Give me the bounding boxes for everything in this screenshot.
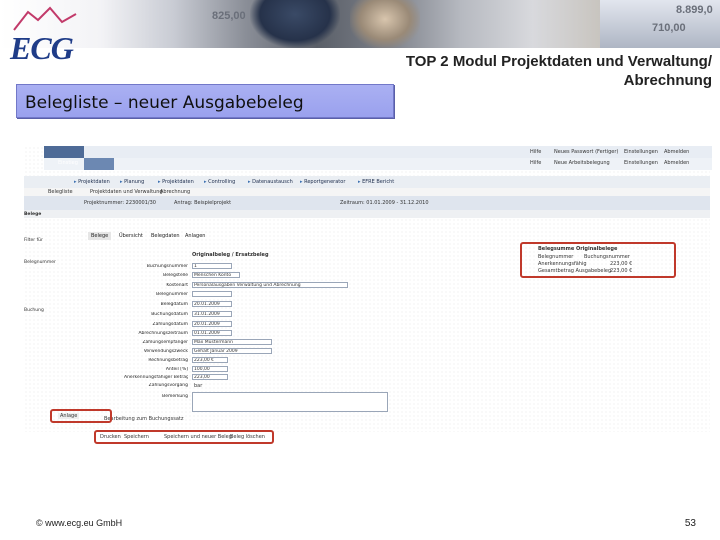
anlage-button[interactable]: Anlage <box>58 413 80 419</box>
slide-title-line: Abrechnung <box>623 72 712 89</box>
tab-belegdaten[interactable]: Belegdaten <box>148 232 183 240</box>
field-label: Kostenart <box>166 283 188 288</box>
field-label: Belegstelle <box>163 273 188 278</box>
field-label: Rechnungsbetrag <box>148 358 188 363</box>
field-buchungsnummer[interactable]: 1 <box>192 263 232 269</box>
field-buchungsdatum[interactable]: 31.01.2009 <box>192 311 232 317</box>
top-link[interactable]: Hilfe <box>530 160 541 166</box>
field-kostenart[interactable]: Personalausgaben Verwaltung und Abrechnu… <box>192 282 348 288</box>
field-belegstelle[interactable]: Menschen Konto <box>192 272 240 278</box>
summary-value: 223,00 € <box>610 261 633 267</box>
embedded-app-screenshot: Einstieg Hilfe Neues Passwort (Fertiger)… <box>24 146 712 444</box>
banner-figure: 710,00 <box>652 22 686 34</box>
field-label: Zahlungsvorgang <box>148 383 188 388</box>
top-link[interactable]: Einstellungen <box>624 149 658 155</box>
top-link[interactable]: Neues Passwort (Fertiger) <box>554 149 618 155</box>
context-item: Zeitraum: 01.01.2009 - 31.12.2010 <box>340 200 429 206</box>
field-label: Zahlungsdatum <box>152 322 188 327</box>
sub-nav-item[interactable]: Projektdaten und Verwaltung <box>90 189 163 195</box>
field-belegnummer[interactable] <box>192 291 232 297</box>
kopf-bar <box>24 210 710 218</box>
top-link[interactable]: Abmelden <box>664 160 689 166</box>
field-label: Bemerkung <box>162 394 188 399</box>
save-new-button[interactable]: Speichern und neuer Beleg <box>164 434 232 440</box>
tab-belege[interactable]: Belege <box>88 232 112 240</box>
field-label: Belegdatum <box>160 302 188 307</box>
field-zahlungsempfaenger[interactable]: Max Mustermann <box>192 339 272 345</box>
field-anteil[interactable]: 100,00 <box>192 366 228 372</box>
page-number: 53 <box>684 518 696 529</box>
delete-button[interactable]: Beleg löschen <box>230 434 265 440</box>
form-heading: Originalbeleg / Ersatzbeleg <box>192 252 269 258</box>
summary-label: Gesamtbetrag Ausgabebeleg <box>538 268 612 274</box>
header-banner: 825,00 710,00 8.899,0 <box>0 0 720 48</box>
field-label: Abrechnungszeitraum <box>138 331 188 336</box>
field-label: Verwendungszweck <box>143 349 188 354</box>
banner-photo-person <box>250 0 340 48</box>
nav-item[interactable]: Datenaustausch <box>248 179 293 185</box>
field-zahlungsdatum[interactable]: 20.01.2009 <box>192 321 232 327</box>
radio-zahlungsvorgang[interactable]: bar <box>194 383 202 389</box>
summary-title: Belegsumme Originalbelege <box>538 246 618 252</box>
slide-title-line: TOP 2 Modul Projektdaten und Verwaltung/ <box>405 53 712 70</box>
summary-label: Belegnummer <box>538 254 574 260</box>
left-label: Belege <box>24 212 42 217</box>
top-link[interactable]: Abmelden <box>664 149 689 155</box>
banner-figure: 8.899,0 <box>676 4 713 16</box>
tab-uebersicht[interactable]: Übersicht <box>116 232 146 240</box>
top-link[interactable]: Einstellungen <box>624 160 658 166</box>
top-link[interactable]: Neue Arbeitsbelegung <box>554 160 610 166</box>
logo-text: ECG <box>10 30 74 66</box>
nav-highlight <box>84 158 114 170</box>
field-label: Buchungsdatum <box>151 312 188 317</box>
nav-bar <box>44 158 712 170</box>
summary-label: Anerkennungsfähig <box>538 261 587 267</box>
print-button[interactable]: Drucken <box>100 434 121 440</box>
tab-einstieg[interactable]: Einstieg <box>58 160 78 166</box>
tab-anlagen[interactable]: Anlagen <box>182 232 208 240</box>
nav-item[interactable]: Projektdaten <box>158 179 194 185</box>
slide-title: TOP 2 Modul Projektdaten und Verwaltung/… <box>312 52 712 90</box>
left-label: Belegnummer <box>24 260 56 265</box>
field-rechnungsbetrag[interactable]: 223,00 € <box>192 357 228 363</box>
field-label: Belegnummer <box>156 292 188 297</box>
nav-item[interactable]: EFRE Bericht <box>358 179 394 185</box>
nav-item[interactable]: Reportgenerator <box>300 179 345 185</box>
field-anerkennungsfaehiger-betrag[interactable]: 223,00 <box>192 374 228 380</box>
top-link[interactable]: Hilfe <box>530 149 541 155</box>
sub-nav-item[interactable]: Abrechnung <box>160 189 190 195</box>
processing-text: Bearbeitung zum Buchungssatz <box>104 416 184 422</box>
field-verwendungszweck[interactable]: Gehalt Januar 2009 <box>192 348 272 354</box>
field-label: Anerkennungsfähiger Betrag <box>124 375 188 380</box>
field-label: Buchungsnummer <box>146 264 188 269</box>
field-label: Zahlungsempfänger <box>142 340 188 345</box>
nav-item[interactable]: Planung <box>120 179 144 185</box>
nav-item[interactable]: Controlling <box>204 179 235 185</box>
left-label: Filter für <box>24 238 43 243</box>
field-belegdatum[interactable]: 20.01.2009 <box>192 301 232 307</box>
context-item: Antrag: Beispielprojekt <box>174 200 232 206</box>
field-abrechnungszeitraum[interactable]: 01.01.2009 <box>192 330 232 336</box>
context-item: Projektnummer: 2230001/30 <box>84 200 156 206</box>
section-title: Belegliste – neuer Ausgabebeleg <box>25 93 304 113</box>
save-button[interactable]: Speichern <box>124 434 149 440</box>
summary-value: 223,00 € <box>610 268 633 274</box>
summary-value: Buchungsnummer <box>584 254 630 260</box>
banner-photo-hands <box>350 0 420 48</box>
footer-copyright: © www.ecg.eu GmbH <box>36 518 123 528</box>
field-label: Anteil [%] <box>165 367 188 372</box>
nav-item[interactable]: Projektdaten <box>74 179 110 185</box>
ecg-logo: ECG <box>6 6 86 66</box>
banner-figure: 825,00 <box>212 10 246 22</box>
field-bemerkung[interactable] <box>192 392 388 412</box>
left-label: Buchung <box>24 308 44 313</box>
sub-nav-item[interactable]: Belegliste <box>48 189 73 195</box>
